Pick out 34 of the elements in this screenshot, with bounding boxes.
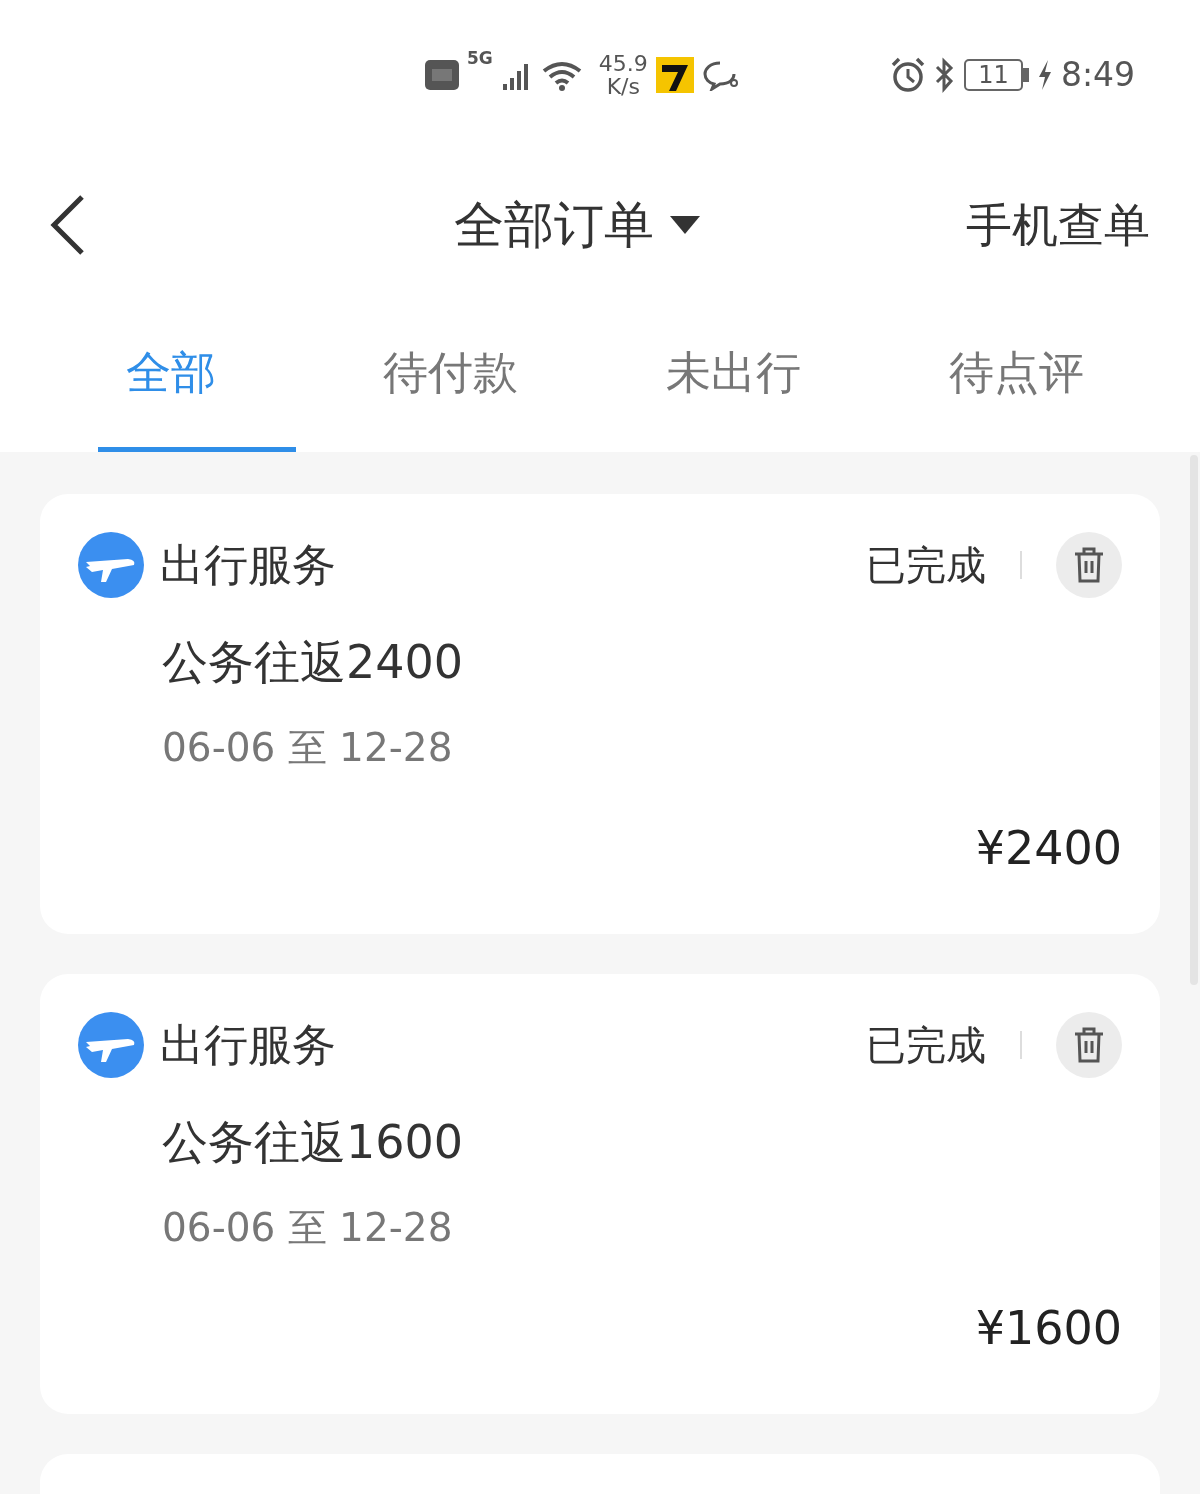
order-name: 公务往返1600 bbox=[162, 1114, 465, 1171]
battery-tip-icon bbox=[1022, 68, 1029, 82]
cat-app-icon bbox=[655, 57, 694, 93]
date-range: 06-06 至 12-28 bbox=[162, 724, 454, 772]
category-label: 出行服务 bbox=[160, 1018, 336, 1072]
chat-bubble-icon bbox=[701, 59, 740, 91]
status-time: 8:49 bbox=[1060, 54, 1135, 97]
tab[interactable]: 未出行 bbox=[614, 300, 897, 452]
wifi-icon bbox=[540, 59, 583, 91]
phone-lookup-link[interactable]: 手机查单 bbox=[966, 190, 1150, 260]
network-label: 5G bbox=[467, 46, 493, 70]
alarm-clock-icon bbox=[890, 57, 927, 93]
tab[interactable]: 待点评 bbox=[897, 300, 1180, 452]
title-dropdown[interactable]: 全部订单 bbox=[454, 187, 700, 263]
hd-icon bbox=[425, 60, 459, 90]
order-status: 已完成 bbox=[866, 541, 986, 590]
plane-icon bbox=[78, 1012, 144, 1078]
order-status: 已完成 bbox=[866, 1021, 986, 1070]
date-range: 06-06 至 12-28 bbox=[162, 1204, 454, 1252]
tab[interactable]: 全部 bbox=[48, 300, 331, 452]
plane-icon bbox=[78, 532, 144, 598]
tab[interactable]: 待付款 bbox=[331, 300, 614, 452]
back-button[interactable] bbox=[50, 195, 86, 255]
speed-value: 45.9 bbox=[598, 51, 648, 75]
order-price: ¥2400 bbox=[975, 819, 1122, 877]
speed-unit: K/s bbox=[606, 75, 640, 99]
order-name: 公务往返2400 bbox=[162, 634, 465, 691]
battery-icon: 11 bbox=[964, 59, 1023, 91]
trash-icon bbox=[1073, 1027, 1105, 1063]
charging-bolt-icon bbox=[1036, 60, 1053, 90]
order-price: ¥1600 bbox=[975, 1299, 1122, 1357]
caret-icon bbox=[670, 216, 700, 234]
category-label: 出行服务 bbox=[160, 538, 336, 592]
trash-icon bbox=[1073, 547, 1105, 583]
